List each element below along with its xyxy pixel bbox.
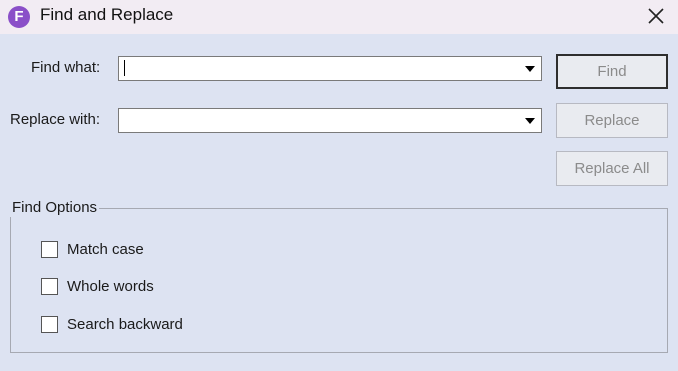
match-case-label: Match case bbox=[67, 241, 144, 258]
replace-with-label: Replace with: bbox=[10, 111, 101, 128]
window-title: Find and Replace bbox=[40, 5, 174, 24]
find-what-input[interactable] bbox=[119, 57, 519, 80]
replace-with-combobox[interactable] bbox=[118, 108, 542, 133]
text-cursor bbox=[124, 60, 125, 76]
title-bar: F Find and Replace bbox=[0, 0, 678, 34]
search-backward-checkbox[interactable] bbox=[41, 316, 58, 333]
find-what-combobox[interactable] bbox=[118, 56, 542, 81]
find-what-dropdown-button[interactable] bbox=[519, 57, 541, 80]
find-button[interactable]: Find bbox=[556, 54, 668, 89]
find-replace-dialog: F Find and Replace Find what: Replace wi… bbox=[0, 0, 678, 371]
close-icon bbox=[648, 8, 664, 24]
replace-button[interactable]: Replace bbox=[556, 103, 668, 138]
replace-all-button[interactable]: Replace All bbox=[556, 151, 668, 186]
replace-with-input[interactable] bbox=[119, 109, 519, 132]
whole-words-checkbox[interactable] bbox=[41, 278, 58, 295]
find-options-legend: Find Options bbox=[10, 199, 100, 217]
match-case-checkbox[interactable] bbox=[41, 241, 58, 258]
replace-with-dropdown-button[interactable] bbox=[519, 109, 541, 132]
search-backward-label: Search backward bbox=[67, 316, 183, 333]
dropdown-arrow-icon bbox=[525, 118, 535, 124]
app-logo-icon: F bbox=[8, 6, 30, 28]
find-what-label: Find what: bbox=[31, 59, 101, 76]
close-button[interactable] bbox=[634, 0, 678, 34]
whole-words-label: Whole words bbox=[67, 278, 154, 295]
dropdown-arrow-icon bbox=[525, 66, 535, 72]
